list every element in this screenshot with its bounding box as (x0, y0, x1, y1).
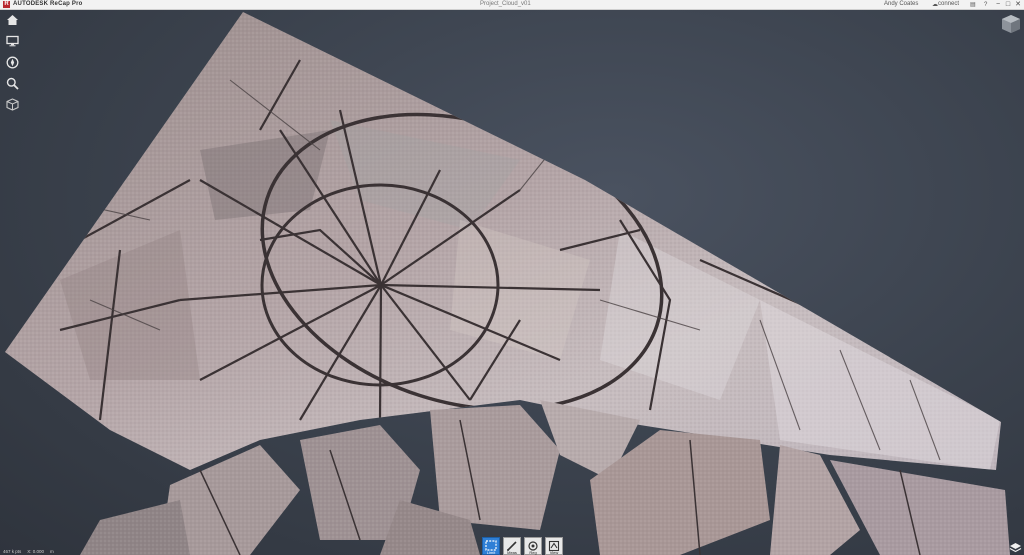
point-count: 467 k pts (3, 549, 22, 554)
recap-logo: R (3, 1, 10, 8)
minimize-button[interactable]: − (993, 0, 1003, 9)
monitor-icon (5, 35, 19, 47)
annotate-tool[interactable]: View (545, 537, 563, 555)
tool-label: Meas (507, 550, 517, 555)
viewcube-icon[interactable] (1001, 14, 1021, 34)
help-icon[interactable]: ? (984, 1, 987, 10)
magnifier-icon (6, 77, 19, 90)
measure-tool[interactable]: Meas (503, 537, 521, 555)
close-button[interactable]: ✕ (1013, 0, 1023, 9)
navigate-button[interactable] (4, 54, 20, 70)
tool-label: Reg (529, 550, 537, 555)
layers-toggle-icon[interactable] (1009, 541, 1022, 553)
home-button[interactable] (4, 12, 20, 28)
unit-label: m (50, 549, 54, 554)
home-icon (6, 15, 18, 25)
window-select-tool[interactable]: Limit (482, 537, 500, 555)
maximize-button[interactable]: □ (1003, 0, 1013, 9)
tool-label: Limit (486, 550, 496, 555)
bottom-toolbar: Limit Meas Reg View (482, 537, 563, 555)
document-title: Project_Cloud_v01 (480, 1, 531, 7)
display-button[interactable] (4, 33, 20, 49)
connection-label[interactable]: connect (938, 0, 959, 9)
layers-button[interactable] (4, 96, 20, 112)
user-name[interactable]: Andy Coates (884, 0, 918, 9)
point-cloud-viewport[interactable] (0, 10, 1024, 555)
tool-label: View (549, 550, 559, 555)
compass-icon (6, 56, 18, 68)
search-button[interactable] (4, 75, 20, 91)
chat-icon[interactable]: ▤ (970, 1, 976, 10)
app-name: AUTODESK ReCap Pro (13, 1, 83, 7)
coordinate-readout: X: 0.000 (27, 549, 45, 554)
title-bar: R AUTODESK ReCap Pro Project_Cloud_v01 A… (0, 0, 1024, 10)
status-bar: 467 k pts X: 0.000 m (0, 549, 54, 555)
left-navigation-toolbar (4, 12, 20, 117)
regions-tool[interactable]: Reg (524, 537, 542, 555)
layers-icon (5, 97, 19, 111)
point-cloud-surface (5, 12, 1001, 470)
